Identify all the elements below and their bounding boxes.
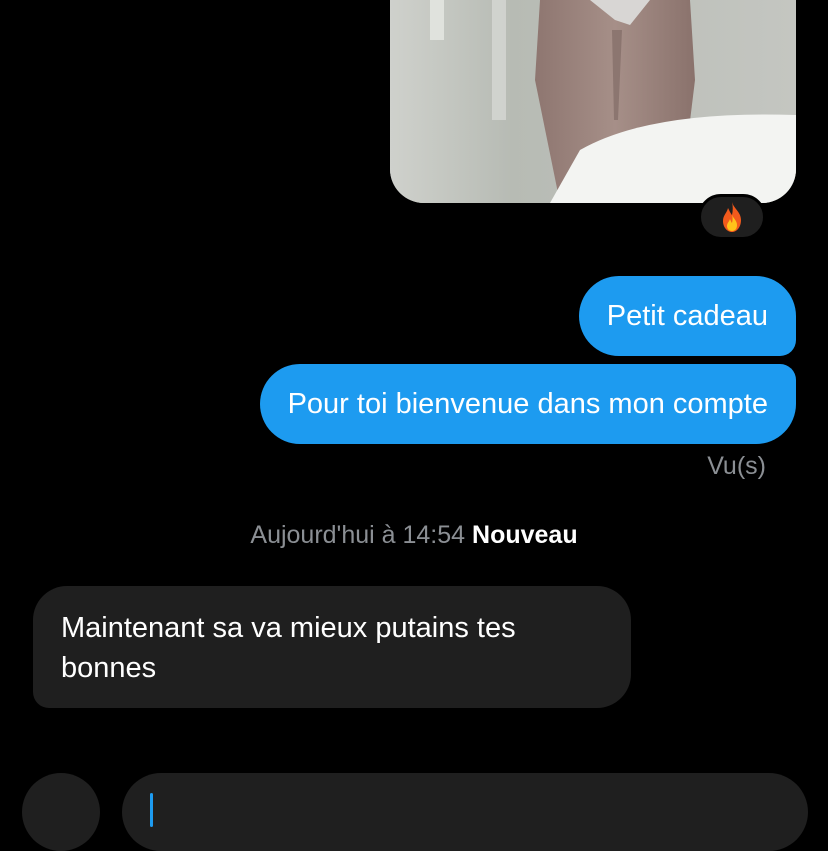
text-cursor — [150, 793, 153, 827]
outgoing-message[interactable]: Pour toi bienvenue dans mon compte — [259, 364, 796, 444]
reaction-badge[interactable] — [698, 194, 766, 240]
separator-timestamp: Aujourd'hui à 14:54 — [250, 521, 466, 549]
message-text: Pour toi bienvenue dans mon compte — [287, 388, 768, 420]
composer-action-button[interactable] — [22, 773, 100, 851]
media-message[interactable] — [390, 0, 796, 203]
new-messages-label: Nouveau — [472, 521, 578, 549]
message-input[interactable] — [122, 773, 808, 851]
incoming-message[interactable]: Maintenant sa va mieux putains tes bonne… — [33, 586, 631, 708]
date-separator: Aujourd'hui à 14:54 Nouveau — [0, 521, 828, 550]
read-receipt: Vu(s) — [707, 452, 766, 480]
message-text: Maintenant sa va mieux putains tes bonne… — [61, 612, 516, 684]
media-thumbnail — [390, 0, 796, 203]
outgoing-message[interactable]: Petit cadeau — [578, 276, 796, 356]
message-text: Petit cadeau — [606, 300, 768, 332]
fire-icon — [723, 202, 741, 232]
